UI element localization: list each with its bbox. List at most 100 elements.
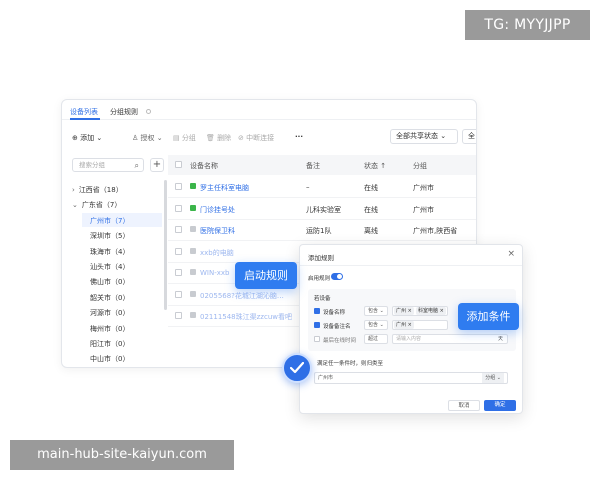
dialog-title: 添加规则 <box>308 254 334 262</box>
tree-item[interactable]: 梅州市（0） <box>90 324 129 334</box>
device-icon <box>190 312 196 318</box>
more-button[interactable]: ··· <box>295 133 303 141</box>
device-name[interactable]: 医院保卫科 <box>200 226 235 236</box>
device-icon <box>190 204 196 211</box>
device-name[interactable]: WIN-xxb <box>200 269 229 277</box>
tree-item[interactable]: 珠海市（4） <box>90 247 129 257</box>
select-all-checkbox[interactable] <box>175 161 182 168</box>
tree-item[interactable]: 中山市（0） <box>90 354 129 364</box>
search-placeholder: 搜索分组 <box>79 161 105 169</box>
device-icon <box>190 290 196 297</box>
tree-scrollbar[interactable] <box>164 180 167 310</box>
cancel-button[interactable]: 取消 <box>448 400 480 411</box>
tree-item[interactable]: 韶关市（0） <box>90 293 129 303</box>
header-status[interactable]: 状态 ↑ <box>364 161 386 171</box>
delete-button[interactable]: 🗑 删除 <box>206 133 231 143</box>
condition-lastonline-operator[interactable]: 超过 <box>364 334 388 344</box>
authorize-button[interactable]: ♙ 授权 ⌄ <box>132 133 163 143</box>
tree-item[interactable]: 深圳市（5） <box>90 231 129 241</box>
value-chip[interactable]: 广州 × <box>394 321 414 329</box>
enable-rule-toggle[interactable] <box>331 273 343 280</box>
tree-item[interactable]: 汕头市（4） <box>90 262 129 272</box>
device-name[interactable]: xxb的电脑 <box>200 248 234 258</box>
add-label: 添加 <box>80 134 95 142</box>
tree-item[interactable]: › 江西省（18） <box>72 185 123 195</box>
then-label: 满足任一条件时，则归类至 <box>317 361 384 367</box>
device-name[interactable]: 02111548珠江渠zzcuw看吧 <box>200 312 292 322</box>
condition-name-checkbox[interactable] <box>314 308 320 314</box>
tree-item-label: 韶关市（0） <box>90 293 130 302</box>
device-name[interactable]: 门诊挂号处 <box>200 205 235 215</box>
device-group: 广州市 <box>413 184 434 192</box>
row-checkbox[interactable] <box>175 269 182 276</box>
condition-remark-checkbox[interactable] <box>314 322 320 328</box>
table-row[interactable]: 门诊挂号处 儿科实验室 在线 广州市 <box>168 198 476 220</box>
tree-item-label: 中山市（0） <box>90 355 130 364</box>
row-checkbox[interactable] <box>175 226 182 233</box>
row-checkbox[interactable] <box>175 312 182 319</box>
operator-value: 包含 <box>368 322 379 328</box>
tree-item[interactable]: 河源市（0） <box>90 308 129 318</box>
tree-item-label: 梅州市（0） <box>90 324 130 333</box>
condition-lastonline-field: 最后在线时间 <box>323 338 357 344</box>
device-group: 广州市 <box>413 205 434 214</box>
condition-remark-values[interactable]: 广州 × <box>392 320 448 330</box>
tree-item[interactable]: ⌄ 广东省（7） <box>72 200 121 210</box>
group-button[interactable]: ▤ 分组 <box>173 133 196 143</box>
row-checkbox[interactable] <box>175 204 182 212</box>
close-icon[interactable]: × <box>507 249 515 259</box>
check-icon <box>282 353 312 383</box>
condition-lastonline-checkbox[interactable] <box>314 336 320 342</box>
tree-item[interactable]: 佛山市（0） <box>90 277 129 287</box>
tree-item-label: 广州市（7） <box>90 216 130 225</box>
second-filter-select[interactable]: 全 <box>462 129 476 144</box>
header-group: 分组 <box>413 162 427 170</box>
share-status-select[interactable]: 全部共享状态 ⌄ <box>390 129 458 144</box>
group-search-input[interactable]: 搜索分组 ⌕ <box>72 158 144 172</box>
add-button[interactable]: ⊕ 添加 ⌄ <box>72 133 102 143</box>
add-group-button[interactable]: + <box>150 158 164 172</box>
delete-label: 删除 <box>217 134 232 142</box>
device-name[interactable]: 罗主任科室电脑 <box>200 183 249 193</box>
tree-item-label: 河源市（0） <box>90 309 130 318</box>
target-group-select[interactable]: 广州市 分组 ⌄ <box>314 372 508 384</box>
row-checkbox[interactable] <box>175 290 182 298</box>
device-status: 在线 <box>364 205 378 214</box>
unit-label: 天 <box>497 336 503 342</box>
lastonline-placeholder: 请输入内容 <box>396 336 422 342</box>
tree-item[interactable]: 阳江市（0） <box>90 339 129 349</box>
dialog-divider <box>300 265 522 266</box>
watermark-top: TG: MYYJJPP <box>465 10 590 40</box>
condition-name-operator[interactable]: 包含 ⌄ <box>364 306 388 316</box>
row-checkbox[interactable] <box>175 183 182 190</box>
watermark-bottom: main-hub-site-kaiyun.com <box>10 440 234 470</box>
table-row[interactable]: 罗主任科室电脑 – 在线 广州市 <box>168 176 476 198</box>
tree-item-label: 佛山市（0） <box>90 278 130 287</box>
condition-remark-operator[interactable]: 包含 ⌄ <box>364 320 388 330</box>
table-row[interactable]: 医院保卫科 运防1队 离线 广州市,陕西省 <box>168 219 476 241</box>
device-name[interactable]: 0205568?花城江湖沁脑… <box>200 291 284 301</box>
tab-group-rules[interactable]: 分组规则 <box>110 107 138 117</box>
tab-bar: 设备列表 分组规则 <box>62 100 476 120</box>
value-chip[interactable]: 广州 × <box>394 307 414 315</box>
search-icon: ⌕ <box>134 161 139 170</box>
chevron-down-icon[interactable]: ⌄ <box>72 201 78 209</box>
confirm-button[interactable]: 确定 <box>484 400 516 411</box>
device-remark: 运防1队 <box>306 227 332 235</box>
value-chip[interactable]: 科室电脑 × <box>416 307 446 315</box>
authorize-label: 授权 <box>140 134 155 142</box>
tab-device-list[interactable]: 设备列表 <box>70 107 98 117</box>
disconnect-button[interactable]: ⊘ 中断连接 <box>238 133 274 143</box>
tree-item-label: 阳江市（0） <box>90 340 130 348</box>
info-icon <box>146 109 151 114</box>
active-tab-indicator <box>70 118 100 120</box>
add-condition-callout: 添加条件 <box>458 303 519 330</box>
condition-lastonline-input[interactable]: 请输入内容 天 <box>392 334 508 344</box>
device-group: 广州市,陕西省 <box>413 227 458 235</box>
disconnect-label: 中断连接 <box>246 134 275 142</box>
row-checkbox[interactable] <box>175 247 182 255</box>
tree-item[interactable]: 广州市（7） <box>90 216 129 226</box>
chevron-right-icon[interactable]: › <box>72 186 75 194</box>
condition-name-values[interactable]: 广州 × 科室电脑 × <box>392 306 448 316</box>
toolbar: ⊕ 添加 ⌄ ♙ 授权 ⌄ ▤ 分组 🗑 删除 ⊘ 中断连接 ··· 全部共享状… <box>62 128 476 146</box>
